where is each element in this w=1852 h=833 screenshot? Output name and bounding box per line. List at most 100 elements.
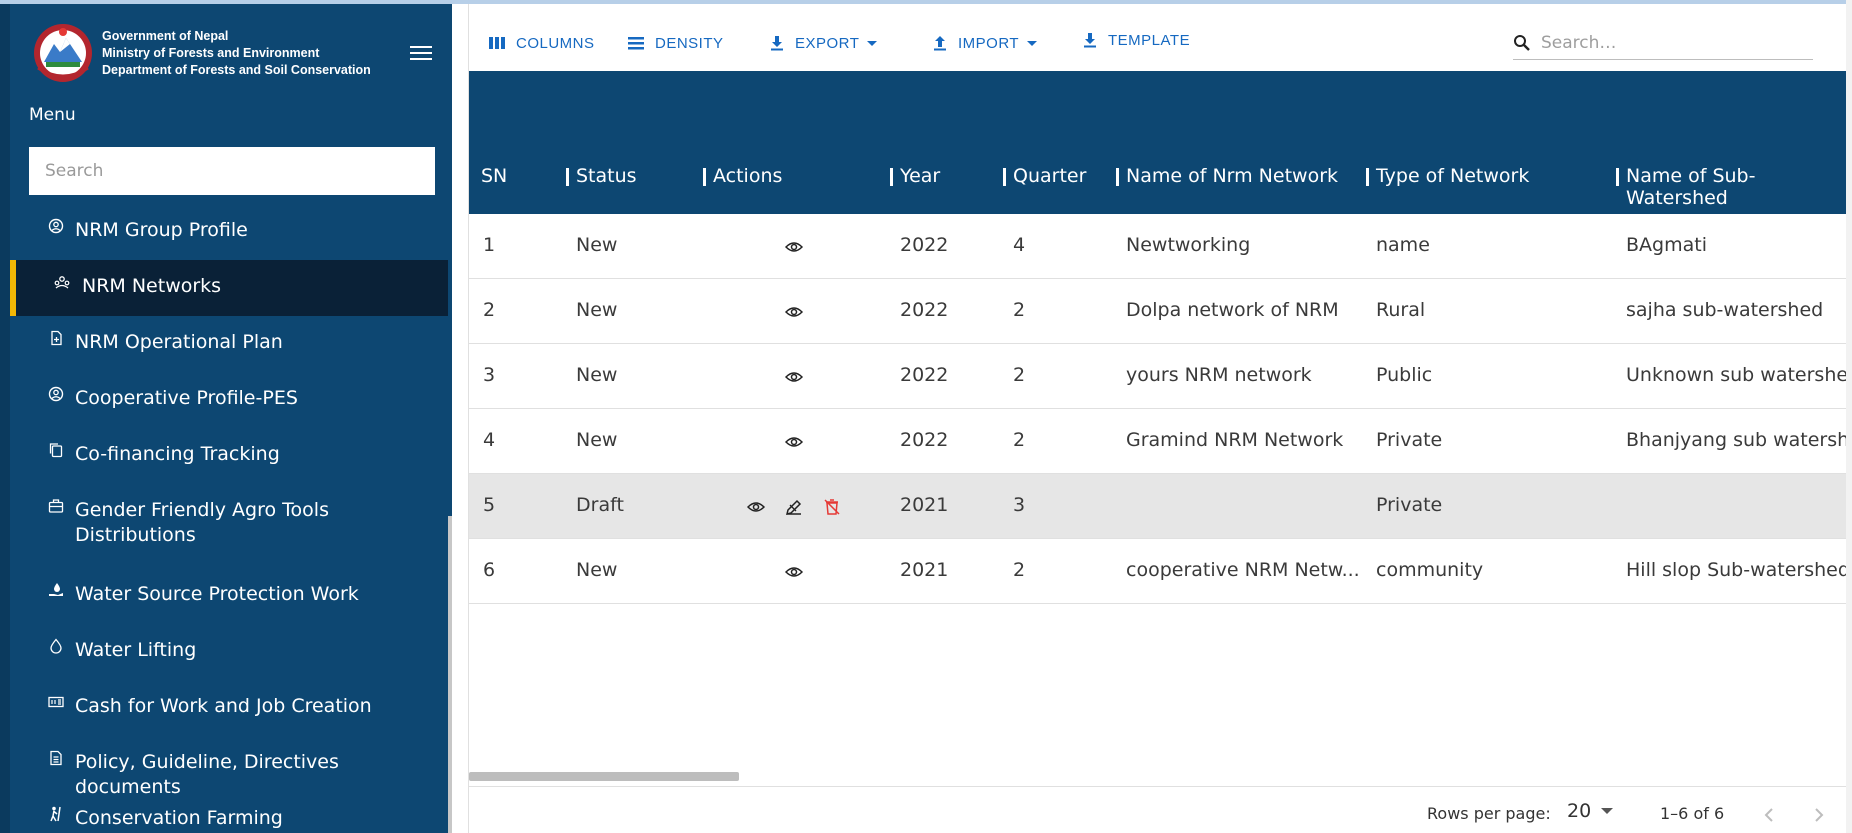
grid-search-input[interactable] (1541, 32, 1791, 53)
next-page-icon[interactable] (1809, 806, 1827, 824)
cell-sn: 6 (483, 559, 496, 581)
column-separator[interactable] (1366, 168, 1369, 186)
column-header-label: Quarter (1013, 165, 1087, 187)
cell-network-type: name (1376, 234, 1430, 256)
view-icon[interactable] (785, 368, 803, 386)
import-button[interactable]: IMPORT (932, 30, 1038, 56)
cell-sn: 2 (483, 299, 496, 321)
column-header-label: Name of Nrm Network (1126, 165, 1339, 187)
column-header-type-of-network[interactable]: Type of Network (1366, 165, 1529, 187)
upload-icon (934, 36, 946, 51)
user-circle-icon (48, 218, 64, 234)
table-row[interactable]: 3 New 2022 2 yours NRM network Public Un… (469, 344, 1852, 409)
sidebar-item-water-source-protection[interactable]: Water Source Protection Work (10, 568, 448, 624)
view-icon[interactable] (747, 498, 765, 516)
brand-line-1: Government of Nepal (102, 28, 229, 43)
sidebar-item-cooperative-profile-pes[interactable]: Cooperative Profile-PES (10, 372, 448, 428)
rows-per-page-label: Rows per page: (1427, 804, 1551, 823)
cell-network-type: Private (1376, 494, 1443, 516)
column-header-sn[interactable]: SN (481, 165, 507, 187)
view-icon[interactable] (785, 433, 803, 451)
menu-toggle-icon[interactable] (410, 46, 432, 62)
template-label: TEMPLATE (1108, 31, 1191, 49)
cell-quarter: 4 (1013, 234, 1026, 256)
chevron-down-icon (867, 40, 878, 46)
cell-quarter: 3 (1013, 494, 1026, 516)
sidebar-item-co-financing-tracking[interactable]: Co-financing Tracking (10, 428, 448, 484)
sidebar-item-label: NRM Networks (82, 275, 222, 297)
density-button[interactable]: DENSITY (627, 30, 724, 56)
sidebar: Government of Nepal Ministry of Forests … (0, 4, 452, 833)
column-separator[interactable] (703, 168, 706, 186)
cell-sub-watershed: sajha sub-watershed (1626, 299, 1824, 321)
column-separator[interactable] (566, 168, 569, 186)
column-header-label: Name of Sub-Watershed (1626, 165, 1756, 209)
data-grid: COLUMNS DENSITY EXPORT IMPORT TEMPLATE S… (468, 4, 1852, 833)
previous-page-icon[interactable] (1761, 806, 1779, 824)
column-separator[interactable] (1116, 168, 1119, 186)
sidebar-item-label: Gender Friendly Agro Tools Distributions (75, 499, 329, 546)
cell-year: 2022 (900, 234, 949, 256)
cell-network-name: cooperative NRM Netw... (1126, 559, 1360, 581)
water-drop-icon (50, 638, 62, 654)
cell-year: 2022 (900, 299, 949, 321)
edit-icon[interactable] (785, 498, 803, 516)
column-header-name-of-nrm-network[interactable]: Name of Nrm Network (1116, 165, 1339, 187)
cell-year: 2021 (900, 559, 949, 581)
sidebar-item-conservation-farming[interactable]: Conservation Farming (10, 792, 448, 833)
export-button[interactable]: EXPORT (769, 30, 878, 56)
column-separator[interactable] (890, 168, 893, 186)
table-row[interactable]: 6 New 2021 2 cooperative NRM Netw... com… (469, 539, 1850, 604)
sidebar-search-input[interactable] (29, 147, 435, 195)
sidebar-item-nrm-operational-plan[interactable]: NRM Operational Plan (10, 316, 448, 372)
table-row[interactable]: 5 Draft 2021 3 Private (469, 474, 1847, 539)
cell-network-type: Private (1376, 429, 1443, 451)
cell-sn: 5 (483, 494, 496, 516)
cell-status: New (576, 364, 618, 386)
toolbox-icon (48, 499, 64, 513)
view-icon[interactable] (785, 563, 803, 581)
column-header-status[interactable]: Status (566, 165, 637, 187)
sidebar-item-nrm-networks[interactable]: NRM Networks (10, 260, 448, 316)
delete-icon[interactable] (823, 498, 841, 516)
view-icon[interactable] (785, 238, 803, 256)
menu-label: Menu (29, 105, 76, 125)
sidebar-item-gender-friendly-agro-tools[interactable]: Gender Friendly Agro Tools Distributions (10, 484, 448, 568)
cell-status: New (576, 299, 618, 321)
column-header-label: Actions (713, 165, 783, 187)
columns-button[interactable]: COLUMNS (488, 30, 595, 56)
column-header-actions[interactable]: Actions (703, 165, 783, 187)
sidebar-item-nrm-group-profile[interactable]: NRM Group Profile (10, 204, 448, 260)
sidebar-item-label: Co-financing Tracking (75, 443, 280, 465)
brand: Government of Nepal Ministry of Forests … (30, 22, 371, 84)
rows-per-page-select[interactable]: 20 (1567, 800, 1614, 822)
sidebar-nav: NRM Group Profile NRM Networks NRM Opera… (10, 204, 448, 833)
sidebar-item-label: Cash for Work and Job Creation (75, 695, 372, 717)
table-header: SN Status Actions Year Quarter Name of N… (469, 71, 1847, 214)
document-plus-icon (51, 330, 62, 346)
table-row[interactable]: 2 New 2022 2 Dolpa network of NRM Rural … (469, 279, 1847, 344)
sidebar-item-water-lifting[interactable]: Water Lifting (10, 624, 448, 680)
chevron-down-icon (1601, 808, 1614, 814)
column-separator[interactable] (1003, 168, 1006, 186)
sidebar-item-label: Conservation Farming (75, 807, 283, 829)
horizontal-scrollbar[interactable] (469, 772, 739, 781)
brand-line-3: Department of Forests and Soil Conservat… (102, 62, 371, 77)
column-header-year[interactable]: Year (890, 165, 941, 187)
view-icon[interactable] (785, 303, 803, 321)
copy-icon (49, 443, 63, 458)
user-circle-icon (48, 386, 64, 402)
network-icon (54, 276, 70, 289)
column-separator[interactable] (1616, 168, 1619, 186)
grid-search (1513, 26, 1813, 60)
sidebar-item-policy-documents[interactable]: Policy, Guideline, Directives documents (10, 736, 448, 798)
column-header-quarter[interactable]: Quarter (1003, 165, 1087, 187)
sidebar-scrollbar[interactable] (448, 516, 452, 833)
template-button[interactable]: TEMPLATE (1082, 27, 1190, 53)
sidebar-item-cash-for-work[interactable]: Cash for Work and Job Creation (10, 680, 448, 736)
table-row[interactable]: 4 New 2022 2 Gramind NRM Network Private… (469, 409, 1852, 474)
column-header-name-of-sub-watershed[interactable]: Name of Sub-Watershed (1616, 165, 1847, 209)
table-row[interactable]: 1 New 2022 4 Newtworking name BAgmati (469, 214, 1847, 279)
cell-quarter: 2 (1013, 299, 1026, 321)
column-header-label: Year (900, 165, 941, 187)
